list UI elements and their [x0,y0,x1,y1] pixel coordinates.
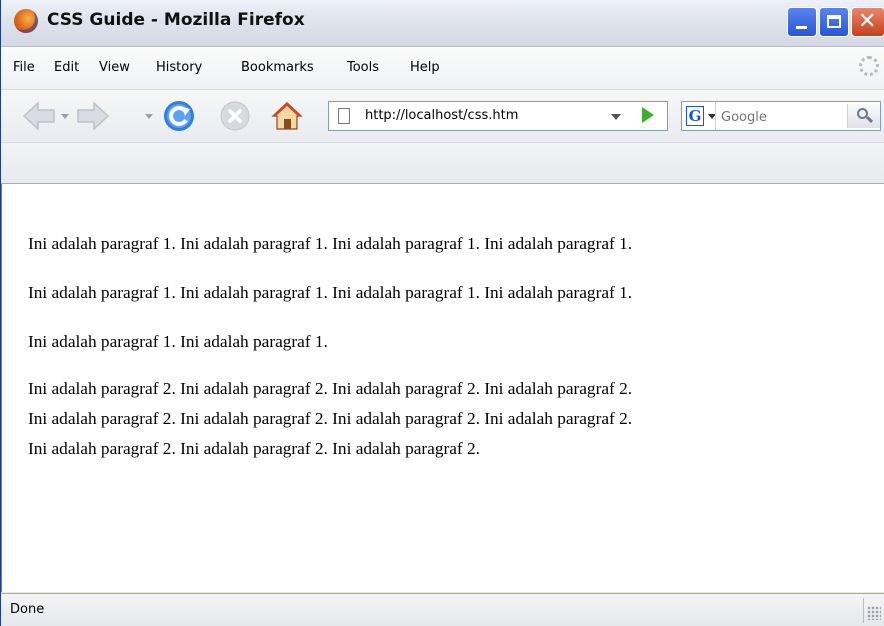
search-button[interactable] [847,104,880,128]
maximize-button[interactable] [819,7,849,37]
status-bar: Done [1,593,884,626]
forward-history-dropdown[interactable] [145,114,153,119]
menu-edit[interactable]: Edit [54,60,79,75]
forward-button[interactable] [75,98,111,134]
google-icon[interactable]: G [686,106,704,126]
back-history-dropdown[interactable] [61,114,69,119]
go-icon[interactable] [642,107,654,123]
paragraph-1-line: Ini adalah paragraf 1. Ini adalah paragr… [28,283,633,302]
status-text: Done [10,602,45,617]
paragraph-1: Ini adalah paragraf 1. Ini adalah paragr… [28,219,878,366]
reload-icon [164,101,194,131]
url-text[interactable]: http://localhost/css.htm [365,108,518,123]
browser-window: CSS Guide - Mozilla Firefox ✕ File Edit … [0,0,884,626]
search-icon-handle [865,115,874,124]
search-input[interactable] [719,106,843,128]
back-icon [22,101,55,131]
paragraph-2-line: Ini adalah paragraf 2. Ini adalah paragr… [28,409,633,428]
paragraph-2-line: Ini adalah paragraf 2. Ini adalah paragr… [28,379,633,398]
url-history-dropdown[interactable] [611,114,621,120]
home-button[interactable] [269,98,305,134]
back-button[interactable] [21,98,57,134]
menu-view[interactable]: View [99,60,130,75]
paragraph-1-line: Ini adalah paragraf 1. Ini adalah paragr… [28,332,328,351]
forward-icon [77,101,110,131]
title-bar: CSS Guide - Mozilla Firefox ✕ [1,0,884,47]
firefox-logo-icon [14,9,38,33]
page-icon [338,108,350,124]
navigation-toolbar: http://localhost/css.htm G [1,90,884,143]
throbber-icon [859,56,879,76]
close-icon: ✕ [858,9,877,34]
resize-grip-icon[interactable] [867,606,881,620]
window-title: CSS Guide - Mozilla Firefox [47,10,305,30]
close-button[interactable]: ✕ [851,7,884,37]
bookmarks-toolbar [1,143,884,184]
menu-bookmarks[interactable]: Bookmarks [241,60,314,75]
menu-tools[interactable]: Tools [347,60,379,75]
status-separator [863,598,864,623]
menu-file[interactable]: File [13,60,35,75]
reload-button[interactable] [161,98,197,134]
page-content: Ini adalah paragraf 1. Ini adalah paragr… [1,184,884,592]
stop-icon [220,101,250,131]
menu-history[interactable]: History [156,60,202,75]
search-separator [715,102,716,130]
paragraph-1-line: Ini adalah paragraf 1. Ini adalah paragr… [28,234,633,253]
menu-help[interactable]: Help [410,60,440,75]
stop-button[interactable] [217,98,253,134]
paragraph-2: Ini adalah paragraf 2. Ini adalah paragr… [28,374,878,464]
menu-bar: File Edit View History Bookmarks Tools H… [1,47,884,90]
search-box[interactable]: G [681,101,881,131]
paragraph-2-line: Ini adalah paragraf 2. Ini adalah paragr… [28,439,480,458]
url-bar[interactable]: http://localhost/css.htm [328,101,668,131]
home-icon [271,102,303,130]
minimize-button[interactable] [787,7,817,37]
